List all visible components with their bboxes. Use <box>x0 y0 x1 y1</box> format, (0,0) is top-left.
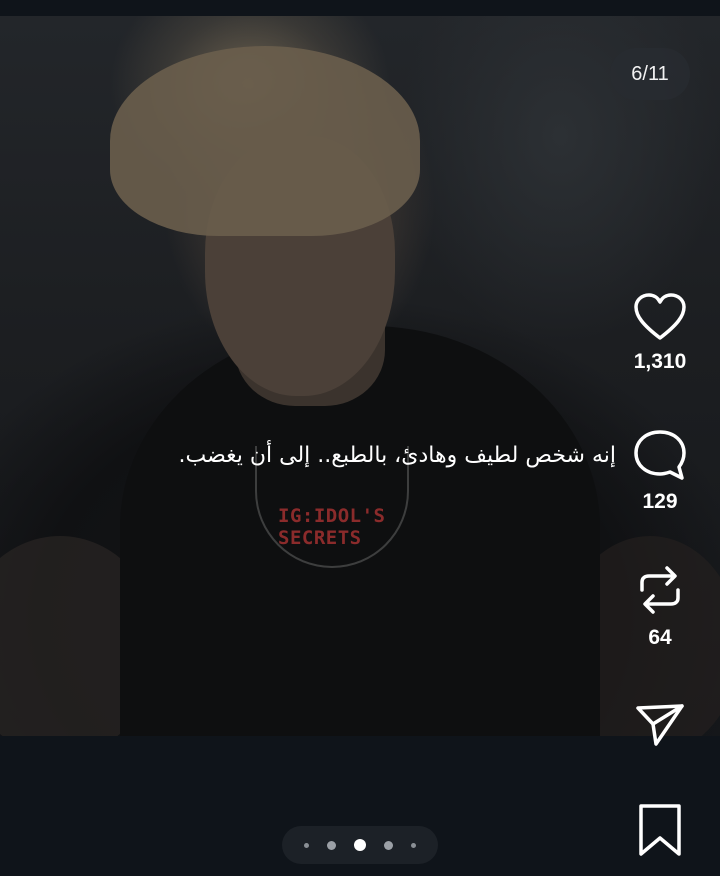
comment-icon <box>620 428 700 482</box>
repost-count: 64 <box>648 626 672 649</box>
slide-counter-text: 6/11 <box>631 62 669 85</box>
bookmark-button[interactable] <box>620 802 700 858</box>
comment-button[interactable]: 129 <box>620 428 700 514</box>
watermark-text: IG:IDOL'S SECRETS <box>278 505 386 549</box>
bookmark-icon <box>620 802 700 858</box>
carousel-dot[interactable] <box>327 840 336 850</box>
post-caption: إنه شخص لطيف وهادئ، بالطبع.. إلى أن يغضب… <box>178 443 616 468</box>
carousel-dot[interactable] <box>304 842 309 848</box>
photo-shape <box>110 46 420 236</box>
comment-count: 129 <box>642 490 678 513</box>
carousel-dot[interactable] <box>411 842 416 848</box>
repost-button[interactable]: 64 <box>620 562 700 650</box>
carousel-dot[interactable] <box>384 840 393 850</box>
carousel-dot-active[interactable] <box>354 839 366 851</box>
heart-icon <box>620 292 700 342</box>
like-button[interactable]: 1,310 <box>620 292 700 374</box>
like-count: 1,310 <box>633 350 687 373</box>
slide-counter: 6/11 <box>610 48 690 100</box>
carousel-indicator <box>282 826 438 864</box>
top-bar <box>0 0 720 16</box>
post-photo[interactable] <box>0 16 720 736</box>
repost-icon <box>620 562 700 618</box>
share-icon <box>620 702 700 748</box>
share-button[interactable] <box>620 702 700 748</box>
